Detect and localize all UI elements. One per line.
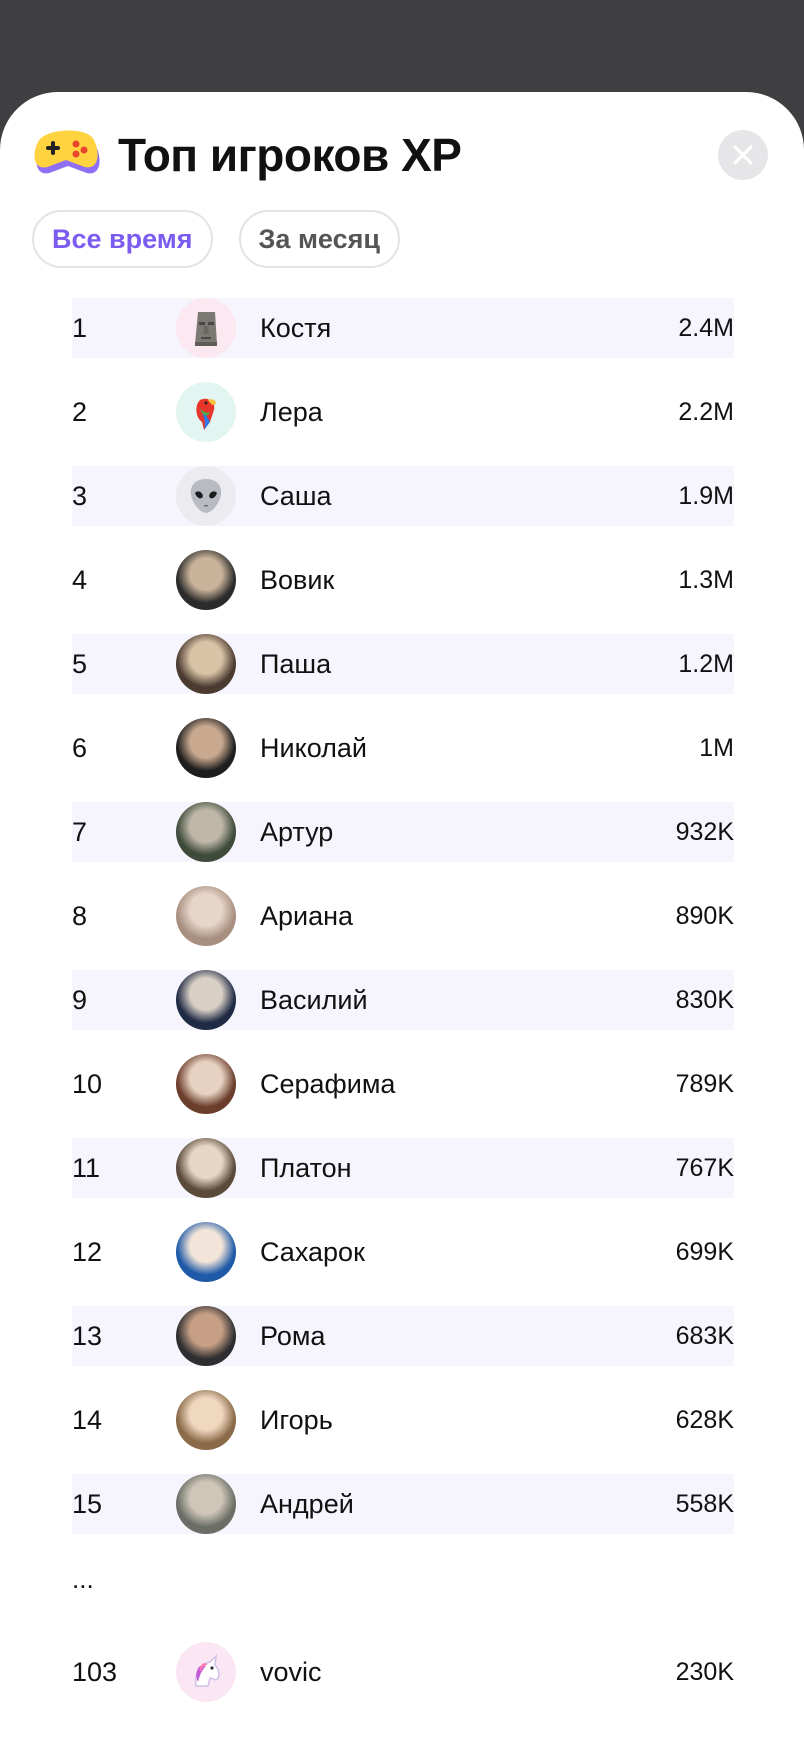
- player-xp: 558K: [675, 1489, 734, 1518]
- player-name: Серафима: [260, 1068, 396, 1099]
- player-rank: 12: [72, 1236, 103, 1267]
- player-name: Паша: [260, 648, 332, 679]
- photo-avatar: [176, 1138, 236, 1198]
- photo-avatar: [176, 802, 236, 862]
- photo-avatar: [176, 1474, 236, 1534]
- player-name: Ариана: [260, 900, 354, 931]
- player-xp: 2.2M: [678, 397, 734, 426]
- player-name: Костя: [260, 312, 332, 343]
- player-rank: 4: [72, 564, 88, 595]
- moai-emoji-avatar: [176, 298, 236, 358]
- player-name: Артур: [260, 816, 334, 847]
- player-xp: 683K: [675, 1321, 734, 1350]
- parrot-emoji-avatar: [176, 382, 236, 442]
- player-name: Рома: [260, 1320, 326, 1351]
- leaderboard-row[interactable]: 10 Серафима 789K: [72, 1054, 734, 1114]
- player-name: Игорь: [260, 1404, 333, 1435]
- player-name: Платон: [260, 1152, 352, 1183]
- leaderboard-row[interactable]: 12 Сахарок 699K: [72, 1222, 734, 1282]
- leaderboard-row[interactable]: 3 Саша 1.9M: [72, 466, 734, 526]
- leaderboard-row[interactable]: 6 Николай 1M: [72, 718, 734, 778]
- player-rank: 3: [72, 480, 88, 511]
- photo-avatar: [176, 970, 236, 1030]
- photo-avatar: [176, 886, 236, 946]
- leaderboard-row[interactable]: 14 Игорь 628K: [72, 1390, 734, 1450]
- photo-avatar: [176, 1054, 236, 1114]
- player-rank: 13: [72, 1320, 103, 1351]
- photo-avatar: [176, 718, 236, 778]
- player-rank: 14: [72, 1404, 103, 1435]
- player-xp: 890K: [675, 901, 734, 930]
- player-rank: 5: [72, 648, 88, 679]
- header: Топ игроков XP: [32, 124, 462, 186]
- player-xp: 2.4M: [678, 313, 734, 342]
- current-user-row[interactable]: 103 vovic 230K: [72, 1642, 734, 1702]
- player-xp: 1.9M: [678, 481, 734, 510]
- leaderboard-row[interactable]: 13 Рома 683K: [72, 1306, 734, 1366]
- player-rank: 103: [72, 1656, 118, 1687]
- player-rank: 2: [72, 396, 88, 427]
- photo-avatar: [176, 634, 236, 694]
- player-xp: 699K: [675, 1237, 734, 1266]
- player-rank: 8: [72, 900, 88, 931]
- player-rank: 9: [72, 984, 88, 1015]
- player-name: vovic: [260, 1656, 322, 1687]
- player-rank: 6: [72, 732, 88, 763]
- player-xp: 1.3M: [678, 565, 734, 594]
- player-name: Сахарок: [260, 1236, 365, 1267]
- player-rank: 10: [72, 1068, 103, 1099]
- player-rank: 7: [72, 816, 88, 847]
- player-xp: 932K: [675, 817, 734, 846]
- leaderboard-row[interactable]: 7 Артур 932K: [72, 802, 734, 862]
- player-rank: 11: [72, 1152, 101, 1183]
- leaderboard-row[interactable]: 11 Платон 767K: [72, 1138, 734, 1198]
- list-ellipsis: ...: [72, 1564, 94, 1594]
- player-xp: 830K: [675, 985, 734, 1014]
- player-name: Вовик: [260, 564, 335, 595]
- leaderboard-row[interactable]: 2 Лера 2.2M: [72, 382, 734, 442]
- photo-avatar: [176, 1222, 236, 1282]
- period-tabs: Все время За месяц: [32, 210, 400, 268]
- leaderboard-sheet: Топ игроков XP Все время За месяц 1 Костя…: [0, 92, 804, 1748]
- leaderboard-row[interactable]: 15 Андрей 558K: [72, 1474, 734, 1534]
- player-name: Андрей: [260, 1488, 354, 1519]
- player-xp: 1.2M: [678, 649, 734, 678]
- alien-emoji-avatar: [176, 466, 236, 526]
- game-controller-icon: [34, 130, 100, 174]
- photo-avatar: [176, 550, 236, 610]
- player-xp: 628K: [675, 1405, 734, 1434]
- leaderboard-row[interactable]: 9 Василий 830K: [72, 970, 734, 1030]
- player-name: Василий: [260, 984, 368, 1015]
- leaderboard-row[interactable]: 1 Костя 2.4M: [72, 298, 734, 358]
- close-button[interactable]: [718, 130, 768, 180]
- tab-month[interactable]: За месяц: [238, 210, 400, 268]
- player-name: Лера: [260, 396, 323, 427]
- photo-avatar: [176, 1390, 236, 1450]
- leaderboard-row[interactable]: 5 Паша 1.2M: [72, 634, 734, 694]
- player-name: Николай: [260, 732, 367, 763]
- leaderboard-list: 1 Костя 2.4M 2 Лера 2.2M 3 Саша 1.9M 4 Вовик 1.3M 5 П…: [72, 298, 734, 1558]
- player-xp: 789K: [675, 1069, 734, 1098]
- leaderboard-row[interactable]: 8 Ариана 890K: [72, 886, 734, 946]
- tab-all-time[interactable]: Все время: [32, 210, 213, 268]
- page-title: Топ игроков XP: [118, 129, 462, 181]
- leaderboard-row[interactable]: 4 Вовик 1.3M: [72, 550, 734, 610]
- player-rank: 15: [72, 1488, 103, 1519]
- unicorn-emoji-avatar: [176, 1642, 236, 1702]
- player-rank: 1: [72, 312, 88, 343]
- player-name: Саша: [260, 480, 332, 511]
- photo-avatar: [176, 1306, 236, 1366]
- close-icon: [733, 145, 753, 165]
- player-xp: 230K: [675, 1657, 734, 1686]
- player-xp: 1M: [699, 733, 734, 762]
- player-xp: 767K: [675, 1153, 734, 1182]
